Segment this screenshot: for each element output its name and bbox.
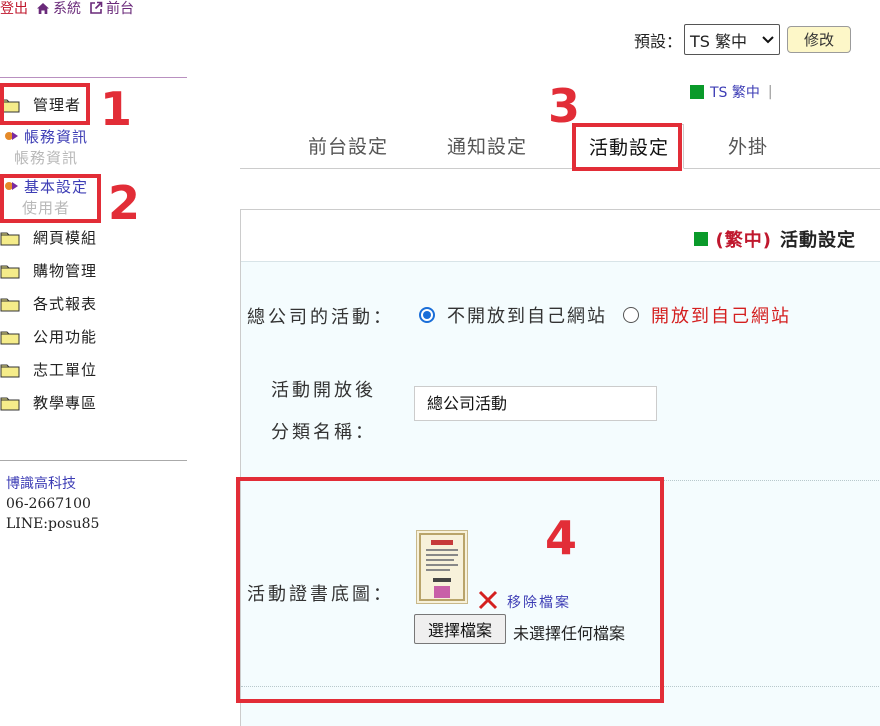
annotation-number-1: 1 bbox=[100, 82, 133, 136]
language-indicator-link[interactable]: TS 繁中 bbox=[710, 82, 760, 102]
modify-button[interactable]: 修改 bbox=[787, 26, 852, 53]
folder-icon bbox=[0, 362, 20, 378]
category-name-input[interactable]: 總公司活動 bbox=[414, 386, 657, 421]
sidebar: 管理者 帳務資訊 帳務資訊 基本設定 使用者 網頁模組 購物管理 各式報表 公用… bbox=[0, 88, 187, 419]
green-square-icon bbox=[693, 232, 708, 246]
sidebar-item-label: 網頁模組 bbox=[33, 229, 98, 247]
hq-activity-radio-group: 不開放到自己網站 開放到自己網站 bbox=[419, 302, 791, 328]
annotation-number-2: 2 bbox=[108, 176, 141, 230]
category-label-line1: 活動開放後 bbox=[271, 380, 376, 401]
preset-selector: 預設： TS 繁中 修改 bbox=[634, 24, 852, 55]
sidebar-item-reports[interactable]: 各式報表 bbox=[0, 287, 187, 320]
panel-lang: (繁中) bbox=[715, 230, 772, 251]
sidebar-bottom-divider bbox=[0, 460, 187, 461]
sidebar-item-billing-disabled: 帳務資訊 bbox=[14, 149, 79, 167]
sidebar-item-label: 教學專區 bbox=[33, 394, 98, 412]
sidebar-item-label: 各式報表 bbox=[33, 295, 98, 313]
radio-not-open[interactable] bbox=[419, 307, 435, 323]
logout-link[interactable]: 登出 bbox=[0, 0, 28, 18]
frontend-label: 前台 bbox=[106, 1, 134, 17]
preset-label: 預設： bbox=[634, 31, 683, 51]
top-links: 登出 系統 前台 bbox=[0, 0, 134, 18]
frontend-link[interactable]: 前台 bbox=[89, 0, 134, 18]
radio-not-open-label[interactable]: 不開放到自己網站 bbox=[447, 302, 607, 328]
contact-info: 博識高科技 06-2667100 LINE:posu85 bbox=[6, 474, 99, 534]
panel-title: (繁中) 活動設定 bbox=[693, 226, 856, 252]
folder-icon bbox=[0, 329, 20, 345]
sidebar-item-web-modules[interactable]: 網頁模組 bbox=[0, 221, 187, 254]
hq-activity-label: 總公司的活動： bbox=[247, 307, 394, 328]
sidebar-item-label: 帳務資訊 bbox=[24, 127, 89, 146]
folder-icon bbox=[0, 296, 20, 312]
external-link-icon bbox=[90, 1, 103, 14]
system-link[interactable]: 系統 bbox=[36, 0, 81, 18]
green-square-icon bbox=[690, 85, 704, 99]
panel-header: (繁中) 活動設定 bbox=[241, 210, 880, 262]
company-link[interactable]: 博識高科技 bbox=[6, 474, 99, 494]
annotation-box-2 bbox=[0, 174, 101, 223]
sidebar-top-divider bbox=[0, 77, 187, 78]
annotation-box-4 bbox=[236, 477, 664, 703]
line-id: LINE:posu85 bbox=[6, 516, 100, 532]
language-indicator: TS 繁中 | bbox=[690, 82, 773, 102]
home-icon bbox=[37, 2, 49, 14]
sidebar-item-label: 志工單位 bbox=[33, 361, 98, 379]
annotation-box-1 bbox=[0, 83, 90, 125]
sidebar-item-label: 公用功能 bbox=[33, 328, 98, 346]
phone-number: 06-2667100 bbox=[6, 496, 91, 512]
separator: | bbox=[767, 84, 773, 100]
annotation-box-3 bbox=[572, 123, 682, 171]
sidebar-item-label: 購物管理 bbox=[33, 262, 98, 280]
system-label: 系統 bbox=[53, 1, 81, 17]
language-select-value: TS 繁中 bbox=[690, 31, 748, 51]
sidebar-item-tutorials[interactable]: 教學專區 bbox=[0, 386, 187, 419]
arrow-icon bbox=[5, 132, 18, 140]
annotation-number-3: 3 bbox=[548, 79, 581, 133]
chevron-down-icon bbox=[762, 35, 774, 43]
tab-plugins[interactable]: 外掛 bbox=[728, 132, 768, 159]
sidebar-item-shopping[interactable]: 購物管理 bbox=[0, 254, 187, 287]
annotation-number-4: 4 bbox=[545, 511, 578, 565]
panel-title-text: 活動設定 bbox=[780, 230, 856, 251]
radio-open[interactable] bbox=[623, 307, 639, 323]
sidebar-item-public-functions[interactable]: 公用功能 bbox=[0, 320, 187, 353]
sidebar-item-volunteer[interactable]: 志工單位 bbox=[0, 353, 187, 386]
tab-notification-settings[interactable]: 通知設定 bbox=[447, 132, 527, 159]
folder-icon bbox=[0, 230, 20, 246]
category-label-line2: 分類名稱： bbox=[271, 422, 376, 443]
tab-frontend-settings[interactable]: 前台設定 bbox=[308, 132, 388, 159]
radio-open-label[interactable]: 開放到自己網站 bbox=[651, 302, 791, 328]
folder-icon bbox=[0, 395, 20, 411]
sidebar-item-billing[interactable]: 帳務資訊 bbox=[0, 125, 187, 147]
folder-icon bbox=[0, 263, 20, 279]
language-select[interactable]: TS 繁中 bbox=[684, 24, 781, 55]
